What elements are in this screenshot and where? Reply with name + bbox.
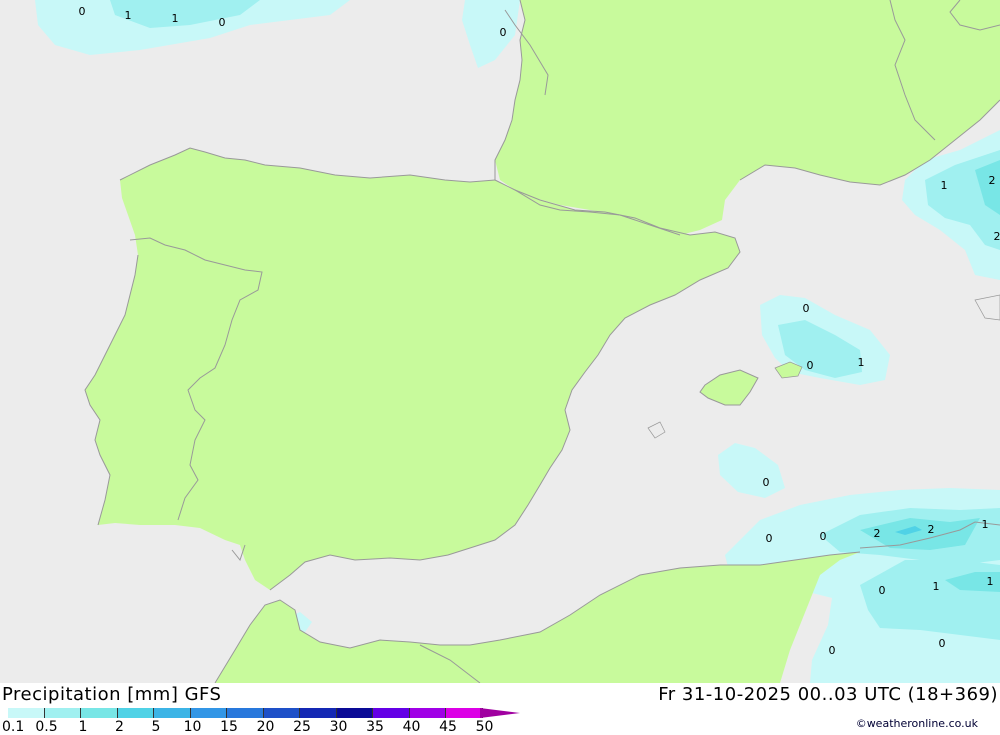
precip-label: 1 <box>987 575 994 588</box>
legend-swatch <box>337 708 374 718</box>
precip-label: 0 <box>829 644 836 657</box>
map-title: Precipitation [mm] GFS <box>2 684 221 705</box>
precip-label: 0 <box>803 302 810 315</box>
precipitation-map[interactable]: 0 1 1 0 0 1 2 2 0 0 1 0 0 0 2 2 1 0 1 1 … <box>0 0 1000 683</box>
color-legend: 0.10.5125101520253035404550 <box>8 708 528 733</box>
legend-swatch <box>45 708 82 718</box>
forecast-datetime: Fr 31-10-2025 00..03 UTC (18+369) <box>658 684 998 705</box>
legend-swatch <box>154 708 191 718</box>
legend-swatch <box>8 708 45 718</box>
precip-label: 1 <box>982 518 989 531</box>
precip-label: 0 <box>500 26 507 39</box>
precip-label: 1 <box>125 9 132 22</box>
legend-swatch <box>191 708 228 718</box>
precip-label: 1 <box>941 179 948 192</box>
precip-label: 0 <box>807 359 814 372</box>
precip-label: 0 <box>879 584 886 597</box>
legend-swatch <box>410 708 447 718</box>
legend-swatch <box>264 708 301 718</box>
legend-arrow <box>480 708 520 718</box>
legend-swatch <box>81 708 118 718</box>
precip-label: 2 <box>989 174 996 187</box>
precip-label: 0 <box>939 637 946 650</box>
precip-label: 0 <box>766 532 773 545</box>
precip-label: 0 <box>219 16 226 29</box>
credit-link[interactable]: ©weatheronline.co.uk <box>856 717 978 730</box>
precip-label: 0 <box>820 530 827 543</box>
precip-label: 0 <box>79 5 86 18</box>
legend-swatch <box>227 708 264 718</box>
precip-label: 2 <box>874 527 881 540</box>
map-canvas: 0 1 1 0 0 1 2 2 0 0 1 0 0 0 2 2 1 0 1 1 … <box>0 0 1000 683</box>
precip-label: 1 <box>858 356 865 369</box>
precip-label: 0 <box>763 476 770 489</box>
precip-label: 2 <box>928 523 935 536</box>
footer-bar: Precipitation [mm] GFS Fr 31-10-2025 00.… <box>0 683 1000 733</box>
legend-swatch <box>446 708 483 718</box>
precip-label: 1 <box>172 12 179 25</box>
legend-swatch <box>373 708 410 718</box>
legend-swatch <box>118 708 155 718</box>
precip-label: 2 <box>994 230 1000 243</box>
precip-label: 1 <box>933 580 940 593</box>
legend-swatch <box>300 708 337 718</box>
